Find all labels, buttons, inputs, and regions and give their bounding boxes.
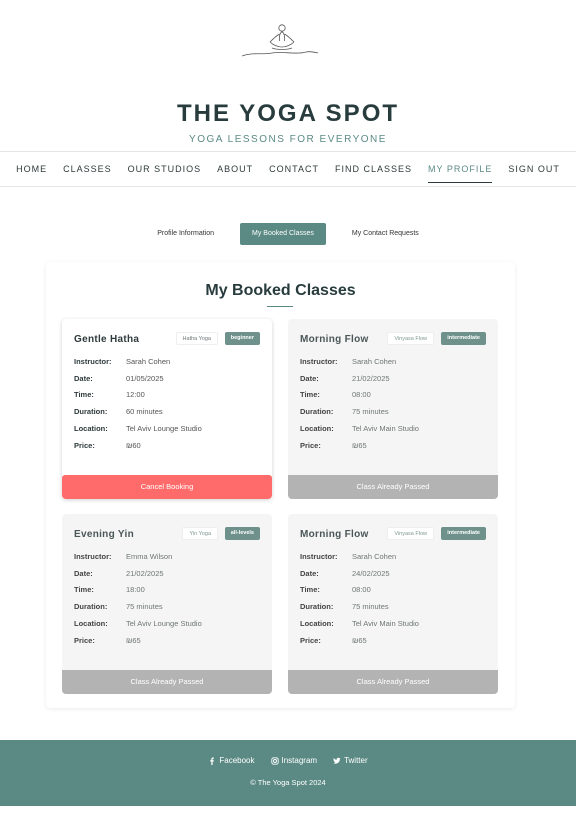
field-label: Instructor: [300, 357, 338, 366]
field-label: Price: [300, 441, 321, 450]
booked-classes-panel: My Booked Classes Gentle Hatha Hatha Yog… [46, 262, 515, 708]
field-label: Location: [300, 619, 334, 628]
class-card: Morning Flow Vinyasa Flow intermediate I… [288, 514, 498, 694]
twitter-link[interactable]: Twitter [333, 756, 368, 765]
class-card: Evening Yin Yin Yoga all-levels Instruct… [62, 514, 272, 694]
time-value: 08:00 [352, 585, 371, 594]
field-label: Instructor: [300, 552, 338, 561]
duration-value: 75 minutes [352, 407, 389, 416]
price-value: ₪65 [352, 441, 367, 450]
nav-item-our-studios[interactable]: OUR STUDIOS [128, 160, 202, 178]
field-label: Location: [74, 424, 108, 433]
field-label: Date: [300, 374, 319, 383]
nav-item-home[interactable]: HOME [16, 160, 47, 178]
class-passed-button: Class Already Passed [288, 670, 498, 694]
field-label: Date: [74, 374, 93, 383]
date-value: 01/05/2025 [126, 374, 164, 383]
instagram-icon [270, 756, 279, 765]
nav-item-find-classes[interactable]: FIND CLASSES [335, 160, 412, 178]
nav-item-classes[interactable]: CLASSES [63, 160, 112, 178]
price-value: ₪60 [126, 441, 141, 450]
duration-value: 75 minutes [126, 602, 163, 611]
field-label: Duration: [300, 407, 334, 416]
profile-tabs: Profile Information My Booked Classes My… [0, 223, 576, 245]
level-badge: beginner [224, 332, 260, 345]
instructor-value: Sarah Cohen [126, 357, 171, 366]
field-label: Instructor: [74, 552, 112, 561]
style-badge: Vinyasa Flow [387, 527, 434, 540]
nav-item-my-profile[interactable]: MY PROFILE [428, 160, 493, 183]
field-label: Time: [300, 390, 320, 399]
price-value: ₪65 [126, 636, 141, 645]
nav-item-sign-out[interactable]: SIGN OUT [508, 160, 560, 178]
style-badge: Yin Yoga [182, 527, 218, 540]
style-badge: Vinyasa Flow [387, 332, 434, 345]
facebook-label: Facebook [219, 756, 255, 765]
site-title: THE YOGA SPOT [176, 100, 400, 127]
time-value: 08:00 [352, 390, 371, 399]
price-value: ₪65 [352, 636, 367, 645]
instructor-value: Sarah Cohen [352, 552, 397, 561]
title-underline [267, 306, 293, 307]
field-label: Price: [300, 636, 321, 645]
instructor-value: Emma Wilson [126, 552, 173, 561]
field-label: Location: [74, 619, 108, 628]
class-card: Morning Flow Vinyasa Flow intermediate I… [288, 319, 498, 499]
duration-value: 75 minutes [352, 602, 389, 611]
social-links: Facebook Instagram Twitter [0, 756, 576, 765]
style-badge: Hatha Yoga [175, 332, 218, 345]
class-name: Morning Flow [300, 334, 369, 345]
instagram-label: Instagram [281, 756, 318, 765]
date-value: 21/02/2025 [126, 569, 164, 578]
field-label: Price: [74, 636, 95, 645]
facebook-link[interactable]: Facebook [208, 756, 255, 765]
field-label: Time: [300, 585, 320, 594]
time-value: 18:00 [126, 585, 145, 594]
twitter-label: Twitter [344, 756, 368, 765]
time-value: 12:00 [126, 390, 145, 399]
field-label: Date: [74, 569, 93, 578]
site-footer: Facebook Instagram Twitter © The Yoga Sp… [0, 740, 576, 806]
location-value: Tel Aviv Lounge Studio [126, 619, 202, 628]
duration-value: 60 minutes [126, 407, 163, 416]
location-value: Tel Aviv Main Studio [352, 424, 419, 433]
field-label: Price: [74, 441, 95, 450]
level-badge: intermediate [441, 332, 486, 345]
facebook-icon [210, 757, 215, 765]
location-value: Tel Aviv Lounge Studio [126, 424, 202, 433]
class-card: Gentle Hatha Hatha Yoga beginner Instruc… [62, 319, 272, 499]
class-name: Evening Yin [74, 529, 134, 540]
field-label: Date: [300, 569, 319, 578]
field-label: Time: [74, 390, 94, 399]
copyright: © The Yoga Spot 2024 [250, 778, 326, 787]
field-label: Duration: [74, 602, 108, 611]
instagram-link[interactable]: Instagram [270, 756, 318, 765]
page-title: My Booked Classes [205, 282, 356, 299]
class-name: Morning Flow [300, 529, 369, 540]
instructor-value: Sarah Cohen [352, 357, 397, 366]
field-label: Time: [74, 585, 94, 594]
level-badge: intermediate [441, 527, 486, 540]
class-passed-button: Class Already Passed [62, 670, 272, 694]
field-label: Duration: [300, 602, 334, 611]
class-passed-button: Class Already Passed [288, 475, 498, 499]
location-value: Tel Aviv Main Studio [352, 619, 419, 628]
nav-item-about[interactable]: ABOUT [217, 160, 253, 178]
tab-my-contact-requests[interactable]: My Contact Requests [340, 223, 431, 245]
field-label: Duration: [74, 407, 108, 416]
field-label: Instructor: [74, 357, 112, 366]
field-label: Location: [300, 424, 334, 433]
class-name: Gentle Hatha [74, 334, 140, 345]
level-badge: all-levels [224, 527, 260, 540]
tab-profile-information[interactable]: Profile Information [145, 223, 226, 245]
nav-item-contact[interactable]: CONTACT [269, 160, 319, 178]
tab-my-booked-classes[interactable]: My Booked Classes [240, 223, 326, 245]
main-nav: HOME CLASSES OUR STUDIOS ABOUT CONTACT F… [0, 151, 576, 187]
date-value: 21/02/2025 [352, 374, 390, 383]
twitter-icon [333, 757, 341, 764]
date-value: 24/02/2025 [352, 569, 390, 578]
cancel-booking-button[interactable]: Cancel Booking [62, 475, 272, 499]
site-tagline: YOGA LESSONS FOR EVERYONE [189, 134, 387, 145]
meditation-figure-icon [241, 24, 319, 57]
